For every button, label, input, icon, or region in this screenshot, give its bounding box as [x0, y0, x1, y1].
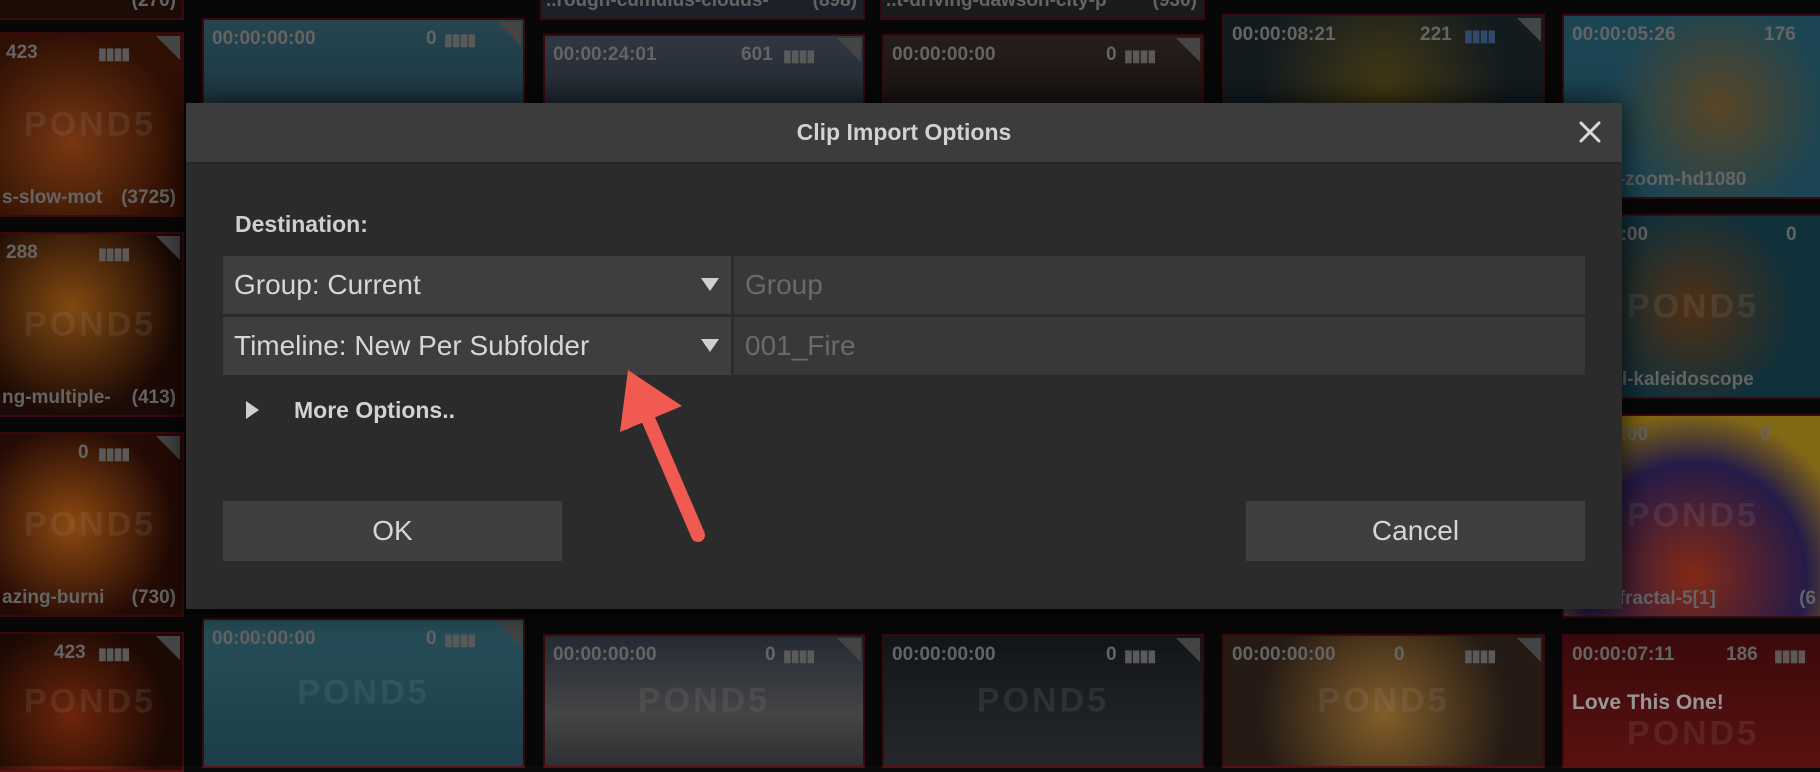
group-name-field[interactable]: [734, 256, 1585, 314]
clip-import-options-dialog: Clip Import Options Destination: Group: …: [186, 103, 1622, 609]
close-icon: [1579, 121, 1601, 143]
annotation-arrow: [620, 370, 705, 542]
ok-button[interactable]: OK: [223, 501, 562, 561]
dropdown-caret-icon: [701, 278, 719, 291]
dropdown-caret-icon: [701, 339, 719, 352]
close-button[interactable]: [1574, 116, 1606, 148]
more-options-label: More Options..: [294, 397, 455, 423]
timeline-dropdown-value: Timeline: New Per Subfolder: [234, 330, 590, 361]
destination-label: Destination:: [235, 211, 368, 237]
dialog-titlebar: Clip Import Options: [186, 103, 1622, 163]
group-dropdown[interactable]: Group: Current: [223, 256, 731, 314]
timeline-name-field[interactable]: [734, 317, 1585, 375]
dialog-title: Clip Import Options: [796, 119, 1012, 145]
group-dropdown-value: Group: Current: [234, 269, 421, 300]
cancel-button[interactable]: Cancel: [1246, 501, 1585, 561]
expand-triangle-icon: [246, 401, 259, 419]
